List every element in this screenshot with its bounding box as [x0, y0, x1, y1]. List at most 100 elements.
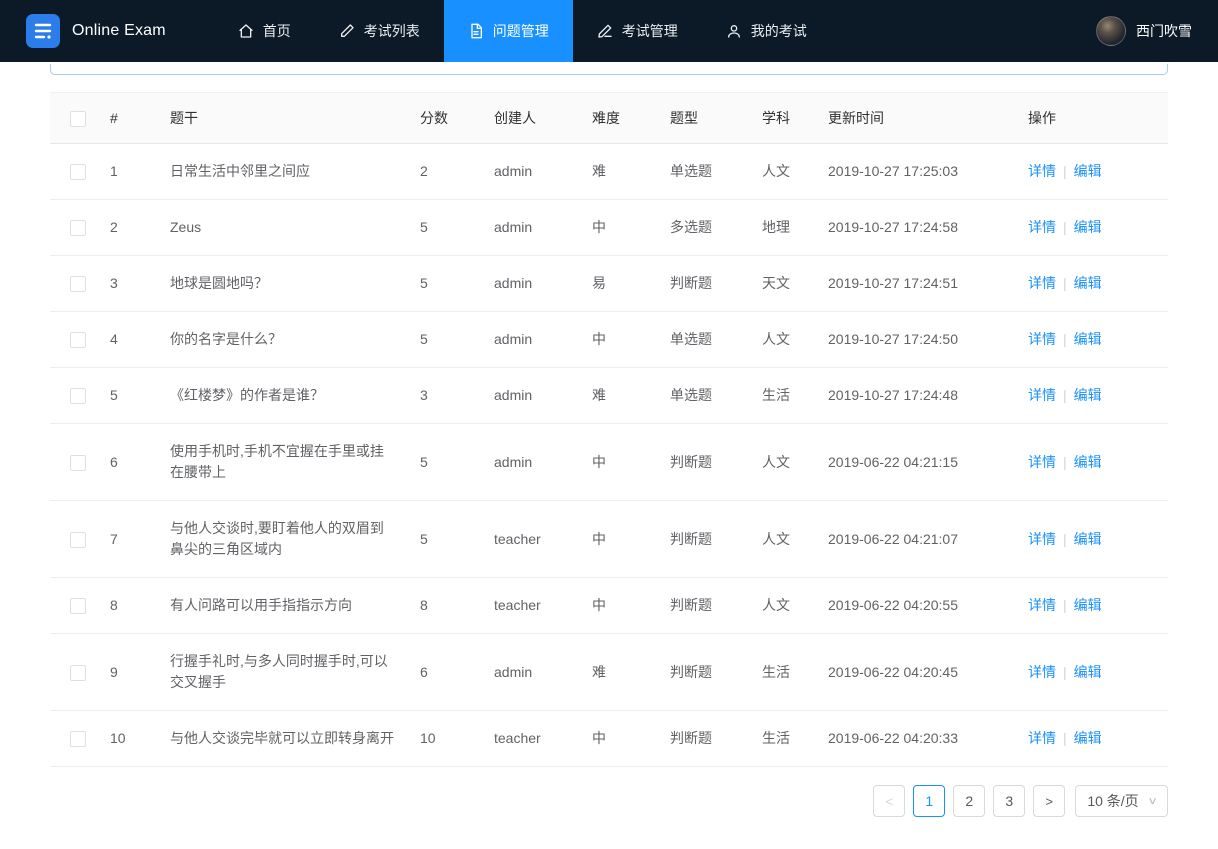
chevron-down-icon: ∨: [1147, 795, 1158, 807]
row-index: 10: [98, 710, 158, 767]
row-index: 8: [98, 577, 158, 634]
row-checkbox[interactable]: [70, 454, 86, 471]
user-icon: [726, 23, 742, 39]
edit-link[interactable]: 编辑: [1074, 219, 1102, 235]
column-header-5: 题型: [658, 92, 750, 144]
action-divider: |: [1063, 219, 1067, 235]
question-title: 日常生活中邻里之间应: [158, 143, 408, 200]
question-type: 判断题: [658, 500, 750, 578]
row-checkbox[interactable]: [70, 664, 86, 681]
row-checkbox[interactable]: [70, 220, 86, 237]
question-title: 使用手机时,手机不宜握在手里或挂在腰带上: [158, 423, 408, 501]
detail-link[interactable]: 详情: [1028, 730, 1056, 746]
nav-item-my-exams[interactable]: 我的考试: [702, 0, 831, 62]
row-checkbox[interactable]: [70, 164, 86, 181]
detail-link[interactable]: 详情: [1028, 664, 1056, 680]
table-row: 9 行握手礼时,与多人同时握手时,可以交叉握手 6 admin 难判断题 生活 2019-0…: [50, 633, 1168, 711]
question-subject: 人文: [750, 311, 816, 368]
brand[interactable]: Online Exam: [26, 14, 166, 48]
column-header-6: 学科: [750, 92, 816, 144]
edit-link[interactable]: 编辑: [1074, 730, 1102, 746]
nav-item-question-management[interactable]: 问题管理: [443, 0, 573, 62]
question-type: 判断题: [658, 577, 750, 634]
question-subject: 生活: [750, 710, 816, 767]
home-icon: [238, 23, 254, 39]
edit-link[interactable]: 编辑: [1074, 275, 1102, 291]
question-title: 地球是圆地吗？: [158, 255, 408, 312]
next-page-button[interactable]: >: [1033, 785, 1066, 817]
action-divider: |: [1063, 331, 1067, 347]
column-header-8: 操作: [1016, 92, 1168, 144]
action-divider: |: [1063, 530, 1067, 547]
nav-item-label: 我的考试: [750, 23, 807, 39]
question-table: # 题干 分数 创建人 难度 题型 学科 更新时间 操作 1 日常生活中邻里之间应 2 admin 难单…: [50, 92, 1168, 767]
detail-link[interactable]: 详情: [1028, 597, 1056, 613]
action-divider: |: [1063, 730, 1067, 746]
question-type: 多选题: [658, 199, 750, 256]
question-difficulty: 中: [580, 311, 658, 368]
nav-item-home[interactable]: 首页: [214, 0, 315, 62]
nav-item-exam-list[interactable]: 考试列表: [315, 0, 444, 62]
nav-item-label: 考试管理: [621, 23, 678, 39]
row-checkbox[interactable]: [70, 388, 86, 405]
question-updated-time: 2019-06-22 04:20:55: [816, 577, 1016, 634]
detail-link[interactable]: 详情: [1028, 163, 1056, 179]
question-type: 单选题: [658, 367, 750, 424]
document-icon: [468, 23, 484, 39]
detail-link[interactable]: 详情: [1028, 275, 1056, 291]
main-nav: 首页 考试列表 问题管理 考试管理 我的考试: [214, 0, 831, 62]
username: 西门吹雪: [1136, 23, 1192, 39]
edit-link[interactable]: 编辑: [1074, 664, 1102, 680]
detail-link[interactable]: 详情: [1028, 387, 1056, 403]
question-subject: 人文: [750, 143, 816, 200]
row-checkbox[interactable]: [70, 531, 86, 548]
action-divider: |: [1063, 597, 1067, 613]
detail-link[interactable]: 详情: [1028, 454, 1056, 470]
table-row: 10 与他人交谈完毕就可以立即转身离开 10 teacher 中判断题 生活 2019-06…: [50, 710, 1168, 767]
row-index: 1: [98, 143, 158, 200]
column-header-0: #: [98, 92, 158, 144]
detail-link[interactable]: 详情: [1028, 331, 1056, 347]
row-checkbox[interactable]: [70, 332, 86, 349]
edit-link[interactable]: 编辑: [1074, 163, 1102, 179]
question-difficulty: 中: [580, 199, 658, 256]
search-filter-panel[interactable]: [50, 64, 1168, 75]
question-title: 你的名字是什么？: [158, 311, 408, 368]
prev-page-button[interactable]: <: [873, 785, 906, 817]
edit-link[interactable]: 编辑: [1074, 387, 1102, 403]
nav-item-exam-management[interactable]: 考试管理: [573, 0, 702, 62]
table-row: 1 日常生活中邻里之间应 2 admin 难单选题 人文 2019-10-27 17:25:…: [50, 143, 1168, 200]
row-checkbox[interactable]: [70, 276, 86, 293]
question-title: Zeus: [158, 199, 408, 256]
page-button-1[interactable]: 1: [913, 785, 946, 817]
question-creator: admin: [482, 423, 580, 501]
edit-link[interactable]: 编辑: [1074, 597, 1102, 613]
table-header-row: # 题干 分数 创建人 难度 题型 学科 更新时间 操作: [50, 92, 1168, 144]
detail-link[interactable]: 详情: [1028, 219, 1056, 235]
question-type: 判断题: [658, 633, 750, 711]
select-all-checkbox[interactable]: [70, 110, 86, 127]
edit-link[interactable]: 编辑: [1074, 454, 1102, 470]
edit-link[interactable]: 编辑: [1074, 331, 1102, 347]
action-divider: |: [1063, 163, 1067, 179]
nav-item-label: 考试列表: [363, 23, 420, 39]
edit-link[interactable]: 编辑: [1074, 531, 1102, 547]
app-logo-icon: [26, 14, 60, 48]
question-creator: admin: [482, 255, 580, 312]
question-difficulty: 难: [580, 143, 658, 200]
row-checkbox[interactable]: [70, 731, 86, 748]
question-subject: 地理: [750, 199, 816, 256]
detail-link[interactable]: 详情: [1028, 531, 1056, 547]
question-updated-time: 2019-10-27 17:24:58: [816, 199, 1016, 256]
question-creator: admin: [482, 311, 580, 368]
page-button-2[interactable]: 2: [953, 785, 986, 817]
row-checkbox[interactable]: [70, 598, 86, 615]
question-creator: admin: [482, 633, 580, 711]
row-index: 2: [98, 199, 158, 256]
row-index: 7: [98, 500, 158, 578]
page-size-select[interactable]: 10 条/页 ∨: [1075, 785, 1168, 817]
user-menu[interactable]: 西门吹雪: [1096, 16, 1192, 46]
page-button-3[interactable]: 3: [993, 785, 1026, 817]
question-difficulty: 中: [580, 710, 658, 767]
question-title: 与他人交谈时,要盯着他人的双眉到鼻尖的三角区域内: [158, 500, 408, 578]
